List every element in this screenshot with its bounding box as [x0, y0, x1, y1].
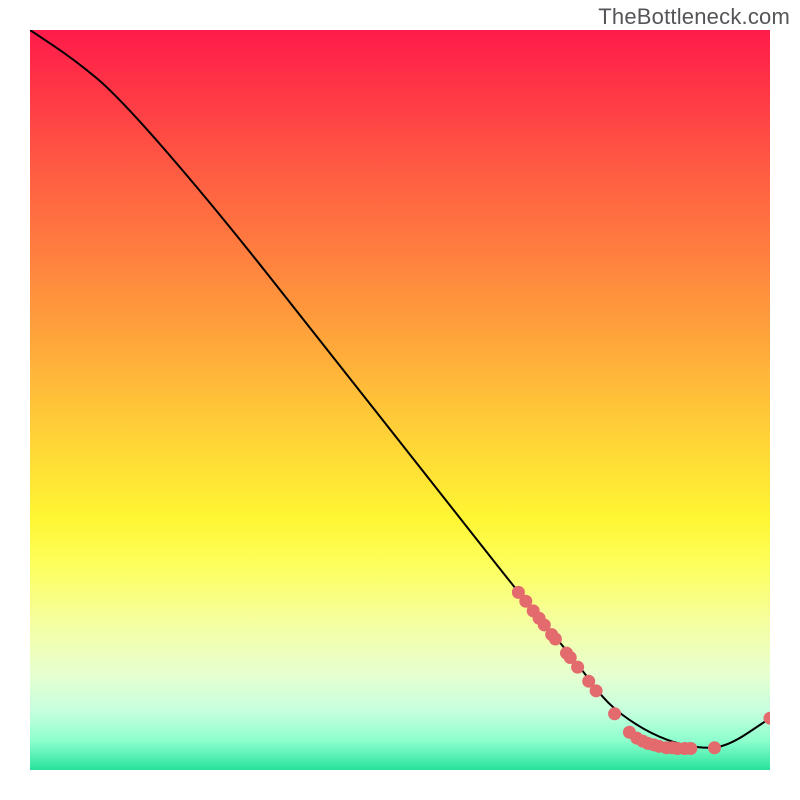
plot-area: [30, 30, 770, 770]
data-marker: [571, 661, 584, 674]
chart-container: TheBottleneck.com: [0, 0, 800, 800]
plot-svg: [30, 30, 770, 770]
data-marker: [549, 633, 562, 646]
data-marker: [590, 684, 603, 697]
marker-group: [512, 586, 770, 755]
data-marker: [684, 742, 697, 755]
data-marker: [608, 707, 621, 720]
curve-line: [30, 30, 770, 748]
data-marker: [708, 741, 721, 754]
watermark-label: TheBottleneck.com: [598, 4, 790, 30]
